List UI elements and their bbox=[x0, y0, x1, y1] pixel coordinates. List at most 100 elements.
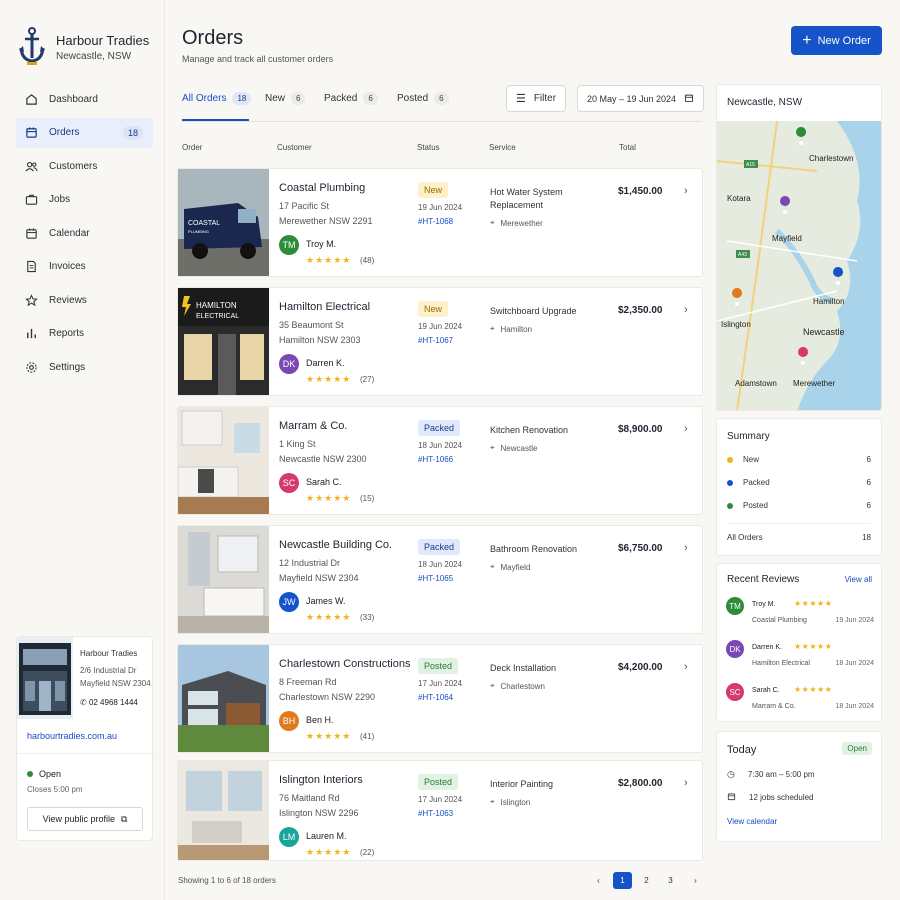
tab-label: All Orders bbox=[182, 93, 227, 104]
sidebar-item-label: Dashboard bbox=[49, 93, 98, 105]
map-card: Newcastle, NSW A15 A43 Charlestown Kotar… bbox=[716, 84, 882, 411]
page-button-1[interactable]: 1 bbox=[613, 872, 632, 889]
sidebar-item-jobs[interactable]: Jobs bbox=[16, 185, 153, 215]
calendar-icon bbox=[684, 93, 694, 105]
briefcase-icon bbox=[25, 193, 38, 206]
tab-all-orders[interactable]: All Orders 18 bbox=[182, 92, 252, 105]
order-id-link[interactable]: #HT-1064 bbox=[418, 693, 453, 702]
review-item[interactable]: DK Darren K. ★★★★★ Hamilton Electrical 1… bbox=[726, 640, 874, 672]
sidebar-item-reviews[interactable]: Reviews bbox=[16, 285, 153, 315]
sign-line2: ELECTRICAL bbox=[196, 313, 239, 320]
review-item[interactable]: SC Sarah C. ★★★★★ Marram & Co. 18 Jun 20… bbox=[726, 683, 874, 715]
map-view[interactable]: A15 A43 Charlestown Kotara Mayfield Hami… bbox=[717, 121, 882, 411]
order-row[interactable]: Newcastle Building Co. 12 Industrial Dr … bbox=[177, 525, 703, 634]
tab-posted[interactable]: Posted 6 bbox=[397, 92, 449, 105]
order-row[interactable]: Charlestown Constructions 8 Freeman Rd C… bbox=[177, 644, 703, 753]
page-button-3[interactable]: 3 bbox=[661, 872, 680, 889]
chevron-right-icon[interactable]: › bbox=[684, 423, 688, 435]
view-public-profile-button[interactable]: View public profile ⧉ bbox=[27, 807, 143, 831]
order-id-link[interactable]: #HT-1066 bbox=[418, 455, 453, 464]
customer-name[interactable]: Charlestown Constructions bbox=[279, 658, 410, 670]
rating-stars: ★★★★★ bbox=[306, 374, 352, 384]
customer-street: 12 Industrial Dr bbox=[279, 558, 341, 568]
order-date: 18 Jun 2024 bbox=[418, 560, 463, 569]
filter-button[interactable]: ☰ Filter bbox=[506, 85, 566, 112]
today-card: Today Open ◷ 7:30 am – 5:00 pm 12 jobs sc… bbox=[716, 731, 882, 842]
status-badge: New bbox=[418, 182, 449, 198]
status-badge: Packed bbox=[418, 539, 461, 555]
tab-new[interactable]: New 6 bbox=[265, 92, 306, 105]
map-label-mayfield: Mayfield bbox=[772, 234, 802, 243]
chevron-right-icon[interactable]: › bbox=[684, 185, 688, 197]
review-count: (48) bbox=[360, 256, 375, 265]
sidebar-item-invoices[interactable]: Invoices bbox=[16, 252, 153, 282]
review-count: (33) bbox=[360, 613, 375, 622]
view-calendar-link[interactable]: View calendar bbox=[727, 817, 777, 826]
tab-packed[interactable]: Packed 6 bbox=[324, 92, 378, 105]
order-row[interactable]: Islington Interiors 76 Maitland Rd Islin… bbox=[177, 760, 703, 861]
profile-phone[interactable]: ✆ 02 4968 1444 bbox=[80, 698, 138, 707]
van-image: COASTAL PLUMBING bbox=[178, 169, 269, 276]
clock-icon: ◷ bbox=[727, 769, 735, 779]
service-location: ⌖ Hamilton bbox=[490, 324, 532, 334]
avatar: DK bbox=[726, 640, 744, 658]
chevron-right-icon[interactable]: › bbox=[684, 542, 688, 554]
order-total: $4,200.00 bbox=[618, 662, 663, 673]
profile-website-link[interactable]: harbourtradies.com.au bbox=[27, 731, 117, 741]
summary-row-new[interactable]: New 6 bbox=[727, 455, 871, 469]
order-row[interactable]: Marram & Co. 1 King St Newcastle NSW 230… bbox=[177, 406, 703, 515]
customer-name[interactable]: Newcastle Building Co. bbox=[279, 539, 392, 551]
rating-stars: ★★★★★ bbox=[794, 685, 833, 694]
sidebar-item-calendar[interactable]: Calendar bbox=[16, 218, 153, 248]
chevron-right-icon[interactable]: › bbox=[684, 661, 688, 673]
order-id-link[interactable]: #HT-1068 bbox=[418, 217, 453, 226]
order-id-link[interactable]: #HT-1063 bbox=[418, 809, 453, 818]
map-label-newcastle: Newcastle bbox=[803, 327, 845, 337]
review-count: (27) bbox=[360, 375, 375, 384]
summary-row-posted[interactable]: Posted 6 bbox=[727, 501, 871, 515]
profile-address-line1: 2/6 Industrial Dr bbox=[80, 666, 137, 675]
calendar-icon bbox=[727, 792, 736, 803]
sidebar-item-orders[interactable]: Orders 18 bbox=[16, 117, 153, 148]
sidebar-item-customers[interactable]: Customers bbox=[16, 151, 153, 181]
review-company: Hamilton Electrical bbox=[752, 660, 810, 667]
customer-suburb: Charlestown NSW 2290 bbox=[279, 692, 376, 702]
sidebar-item-settings[interactable]: Settings bbox=[16, 352, 153, 382]
review-count: (22) bbox=[360, 848, 375, 857]
order-id-link[interactable]: #HT-1065 bbox=[418, 574, 453, 583]
customer-name[interactable]: Islington Interiors bbox=[279, 774, 363, 786]
sidebar-item-label: Calendar bbox=[49, 227, 90, 239]
tab-count: 6 bbox=[434, 92, 449, 105]
service-location-label: Mayfield bbox=[500, 562, 531, 572]
rating-stars: ★★★★★ bbox=[306, 612, 352, 622]
summary-row-packed[interactable]: Packed 6 bbox=[727, 478, 871, 492]
recent-reviews-card: Recent Reviews View all TM Troy M. ★★★★★… bbox=[716, 563, 882, 722]
order-id-link[interactable]: #HT-1067 bbox=[418, 336, 453, 345]
next-page-button[interactable]: › bbox=[686, 872, 705, 889]
review-count: (15) bbox=[360, 494, 375, 503]
view-all-reviews-link[interactable]: View all bbox=[845, 575, 872, 584]
rating-stars: ★★★★★ bbox=[306, 731, 352, 741]
contact-name: Ben H. bbox=[306, 715, 334, 725]
filter-label: Filter bbox=[533, 93, 557, 104]
order-row[interactable]: HAMILTON ELECTRICAL Hamilton Electrical 3… bbox=[177, 287, 703, 396]
chevron-right-icon[interactable]: › bbox=[684, 304, 688, 316]
prev-page-button[interactable]: ‹ bbox=[589, 872, 608, 889]
sidebar-item-reports[interactable]: Reports bbox=[16, 319, 153, 349]
new-order-button[interactable]: + New Order bbox=[791, 26, 882, 55]
brand[interactable]: Harbour Tradies Newcastle, NSW bbox=[18, 26, 158, 66]
customer-name[interactable]: Marram & Co. bbox=[279, 420, 347, 432]
page-button-2[interactable]: 2 bbox=[637, 872, 656, 889]
customer-name[interactable]: Hamilton Electrical bbox=[279, 301, 370, 313]
sidebar-item-dashboard[interactable]: Dashboard bbox=[16, 84, 153, 114]
brand-name: Harbour Tradies bbox=[56, 33, 150, 48]
customer-name[interactable]: Coastal Plumbing bbox=[279, 182, 365, 194]
order-row[interactable]: COASTAL PLUMBING Coastal Plumbing 17 Paci… bbox=[177, 168, 703, 277]
date-range-picker[interactable]: 20 May – 19 Jun 2024 bbox=[577, 85, 704, 112]
review-item[interactable]: TM Troy M. ★★★★★ Coastal Plumbing 19 Jun… bbox=[726, 597, 874, 629]
customer-street: 76 Maitland Rd bbox=[279, 793, 340, 803]
service-location: ⌖ Merewether bbox=[490, 218, 543, 228]
chevron-right-icon[interactable]: › bbox=[684, 777, 688, 789]
calendar-icon bbox=[25, 227, 38, 240]
page-subtitle: Manage and track all customer orders bbox=[182, 54, 334, 64]
